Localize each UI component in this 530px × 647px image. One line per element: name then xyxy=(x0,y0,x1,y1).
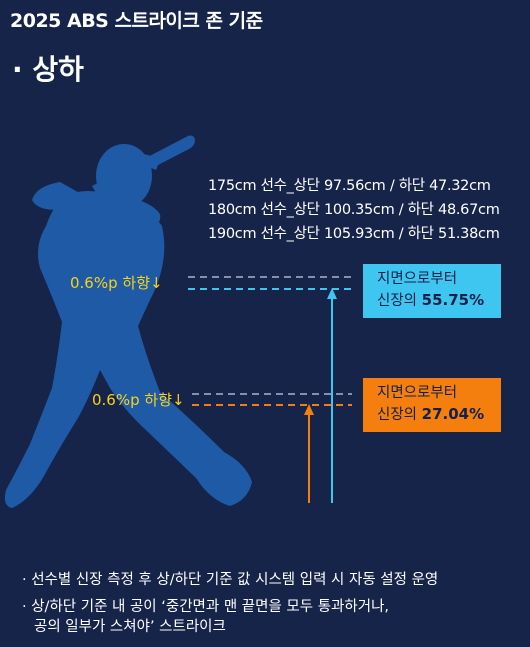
zone-bottom-prefix: 신장의 xyxy=(377,407,422,423)
zone-bottom-box: 지면으로부터 신장의 27.04% xyxy=(363,378,501,432)
note-1: · 선수별 신장 측정 후 상/하단 기준 값 시스템 입력 시 자동 설정 운… xyxy=(22,572,439,588)
top-adjust-label: 0.6%p 하향↓ xyxy=(70,274,163,292)
zone-top-prefix: 신장의 xyxy=(377,293,422,309)
spec-190: 190cm 선수_상단 105.93cm / 하단 51.38cm xyxy=(208,226,500,242)
spec-175: 175cm 선수_상단 97.56cm / 하단 47.32cm xyxy=(208,178,491,194)
zone-top-box: 지면으로부터 신장의 55.75% xyxy=(363,264,501,318)
zone-bottom-label: 지면으로부터 xyxy=(377,385,458,401)
note-2b: 공의 일부가 스쳐야’ 스트라이크 xyxy=(34,619,226,635)
spec-180: 180cm 선수_상단 100.35cm / 하단 48.67cm xyxy=(208,202,500,218)
zone-top-label: 지면으로부터 xyxy=(377,271,458,287)
zone-bottom-value: 27.04% xyxy=(421,405,485,423)
zone-top-value: 55.75% xyxy=(421,291,485,309)
section-title: · 상하 xyxy=(12,53,84,86)
note-2a: · 상/하단 기준 내 공이 ‘중간면과 맨 끝면을 모두 통과하거나, xyxy=(22,599,390,615)
page-title: 2025 ABS 스트라이크 존 기준 xyxy=(10,10,263,32)
bottom-adjust-label: 0.6%p 하향↓ xyxy=(92,391,185,409)
